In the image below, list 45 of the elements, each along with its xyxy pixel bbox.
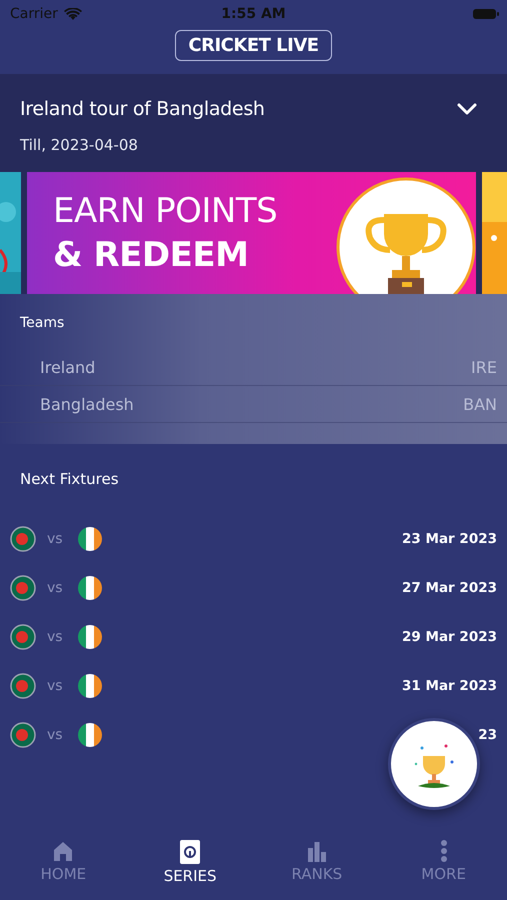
app-title: CRICKET LIVE [175,30,332,61]
flag-icon [76,526,103,552]
fixture-date: 27 Mar 2023 [402,580,497,596]
team-code: IRE [471,358,497,376]
fixture-date: 23 [478,726,497,742]
flag-icon [76,672,103,698]
fixture-date: 23 Mar 2023 [402,530,497,546]
tab-item[interactable]: MORE [380,832,507,894]
versus-text: vs [47,678,63,694]
team-name: Bangladesh [40,394,134,414]
versus-text: vs [47,726,63,742]
more-icon [440,840,448,862]
chevron-down-icon[interactable] [457,103,477,115]
team-name: Ireland [40,358,96,376]
versus-text: vs [47,580,63,596]
versus-text: vs [47,530,63,546]
flag-icon [76,722,103,748]
battery-icon [473,8,499,20]
tab-item[interactable]: RANKS [254,832,380,894]
versus-text: vs [47,628,63,644]
series-title: Ireland tour of Bangladesh [20,98,265,120]
home-icon [52,840,74,862]
flag-icon [10,526,36,552]
fixture-date: 31 Mar 2023 [402,678,497,694]
series-date: Till, 2023-04-08 [20,136,138,154]
flag-icon [76,624,103,650]
tab-item[interactable]: SERIES [126,832,254,894]
status-time: 1:55 AM [221,6,286,22]
banner-text: & REDEEM [53,235,250,275]
fixture-date: 29 Mar 2023 [402,628,497,644]
bar-chart-icon [306,840,328,862]
banner-text: EARN POINTS [53,191,278,231]
series-icon [180,840,200,864]
tab-item[interactable]: HOME [0,832,127,894]
wifi-icon [64,8,82,20]
carrier-text: Carrier [10,6,58,22]
flag-icon [76,574,103,600]
section-heading: Next Fixtures [20,470,119,488]
flag-icon [10,624,36,650]
promo-banner[interactable]: EARN POINTS & REDEEM [27,172,476,294]
section-heading: Teams [20,315,64,331]
flag-icon [10,722,36,748]
flag-icon [10,574,36,600]
team-code: BAN [463,394,497,414]
flag-icon [10,672,36,698]
